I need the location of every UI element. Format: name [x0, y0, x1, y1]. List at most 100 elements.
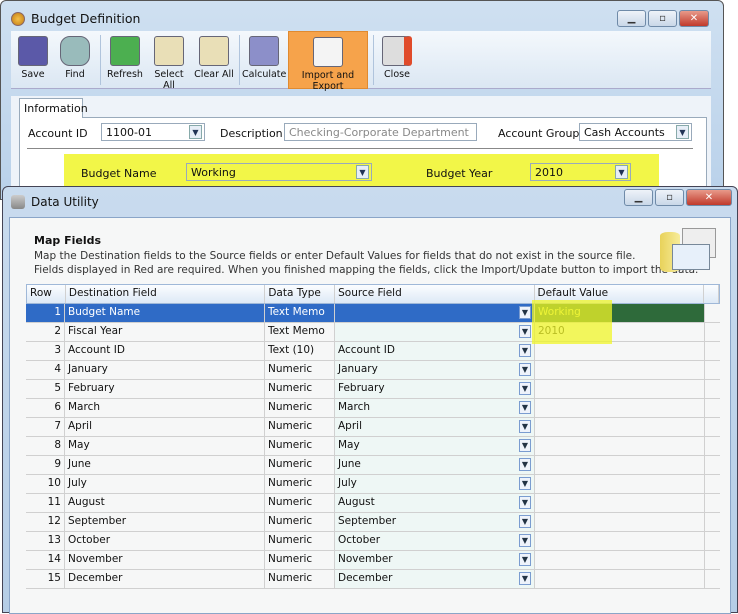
tab-information[interactable]: Information — [19, 98, 88, 118]
clear-all-button[interactable]: Clear All — [193, 31, 235, 89]
default-value-cell[interactable] — [535, 361, 705, 379]
data-utility-window: Data Utility ▁ ▫ ✕ Map Fields Map the De… — [2, 186, 738, 614]
budget-year-combo[interactable]: 2010 ▼ — [530, 163, 631, 181]
minimize-button[interactable]: ▁ — [624, 189, 653, 206]
save-button[interactable]: Save — [13, 31, 53, 89]
chevron-down-icon[interactable]: ▼ — [519, 344, 531, 357]
chevron-down-icon[interactable]: ▼ — [519, 382, 531, 395]
default-value-cell[interactable] — [535, 456, 705, 474]
table-row[interactable]: 5 February Numeric February ▼ — [26, 380, 720, 399]
chevron-down-icon[interactable]: ▼ — [519, 363, 531, 376]
column-header[interactable]: Row — [27, 285, 66, 303]
column-header[interactable]: Destination Field — [66, 285, 266, 303]
table-row[interactable]: 4 January Numeric January ▼ — [26, 361, 720, 380]
chevron-down-icon[interactable]: ▼ — [615, 165, 628, 179]
minimize-button[interactable]: ▁ — [617, 10, 646, 27]
default-value-cell[interactable] — [535, 513, 705, 531]
account-group-combo[interactable]: Cash Accounts ▼ — [579, 123, 692, 141]
row-number-cell: 5 — [26, 380, 65, 398]
chevron-down-icon[interactable]: ▼ — [519, 401, 531, 414]
table-row[interactable]: 8 May Numeric May ▼ — [26, 437, 720, 456]
table-row[interactable]: 13 October Numeric October ▼ — [26, 532, 720, 551]
chevron-down-icon[interactable]: ▼ — [189, 125, 202, 139]
default-value-cell[interactable] — [535, 532, 705, 550]
chevron-down-icon[interactable]: ▼ — [676, 125, 689, 139]
default-value-cell[interactable] — [535, 475, 705, 493]
source-field-cell[interactable]: August ▼ — [335, 494, 535, 512]
source-field-cell[interactable]: April ▼ — [335, 418, 535, 436]
default-value-cell[interactable] — [535, 570, 705, 588]
default-value-cell[interactable] — [535, 380, 705, 398]
account-id-combo[interactable]: 1100-01 ▼ — [101, 123, 205, 141]
default-value-cell[interactable] — [535, 342, 705, 360]
label: Import and Export — [301, 70, 355, 92]
description-field[interactable]: Checking-Corporate Department — [284, 123, 477, 141]
table-row[interactable]: 1Budget NameText Memo▼Working — [26, 304, 720, 323]
close-button[interactable]: ✕ — [679, 10, 709, 27]
maximize-button[interactable]: ▫ — [655, 189, 684, 206]
chevron-down-icon[interactable]: ▼ — [519, 306, 531, 319]
table-row[interactable]: 11 August Numeric August ▼ — [26, 494, 720, 513]
calculator-icon — [249, 36, 279, 66]
source-field-cell[interactable]: January ▼ — [335, 361, 535, 379]
row-number-cell: 12 — [26, 513, 65, 531]
chevron-down-icon[interactable]: ▼ — [519, 439, 531, 452]
destination-field: November — [68, 553, 123, 565]
default-value-cell[interactable] — [535, 399, 705, 417]
table-row[interactable]: 10 July Numeric July ▼ — [26, 475, 720, 494]
chevron-down-icon[interactable]: ▼ — [519, 420, 531, 433]
close-toolbar-button[interactable]: Close — [377, 31, 417, 89]
table-row[interactable]: 15 December Numeric December ▼ — [26, 570, 720, 589]
chevron-down-icon[interactable]: ▼ — [519, 325, 531, 338]
select-all-button[interactable]: Select All — [147, 31, 191, 91]
table-row[interactable]: 3 Account ID Text (10) Account ID ▼ — [26, 342, 720, 361]
chevron-down-icon[interactable]: ▼ — [519, 477, 531, 490]
table-row[interactable]: 9 June Numeric June ▼ — [26, 456, 720, 475]
chevron-down-icon[interactable]: ▼ — [519, 534, 531, 547]
table-row[interactable]: 6 March Numeric March ▼ — [26, 399, 720, 418]
import-export-button[interactable]: Import and Export — [288, 31, 368, 92]
row-number: 12 — [47, 515, 61, 527]
destination-field-cell: July — [65, 475, 265, 493]
source-field-cell[interactable]: June ▼ — [335, 456, 535, 474]
chevron-down-icon[interactable]: ▼ — [356, 165, 369, 179]
source-field-cell[interactable]: Account ID ▼ — [335, 342, 535, 360]
source-field-cell[interactable]: May ▼ — [335, 437, 535, 455]
source-field-cell[interactable]: July ▼ — [335, 475, 535, 493]
calculate-button[interactable]: Calculate — [242, 31, 286, 89]
chevron-down-icon[interactable]: ▼ — [519, 515, 531, 528]
source-field-cell[interactable]: ▼ — [335, 304, 535, 322]
source-field-cell[interactable]: September ▼ — [335, 513, 535, 531]
refresh-button[interactable]: Refresh — [104, 31, 146, 89]
table-row[interactable]: 7 April Numeric April ▼ — [26, 418, 720, 437]
maximize-button[interactable]: ▫ — [648, 10, 677, 27]
table-row[interactable]: 14 November Numeric November ▼ — [26, 551, 720, 570]
value: 2010 — [535, 166, 563, 179]
source-field-cell[interactable]: December ▼ — [335, 570, 535, 588]
source-field-cell[interactable]: October ▼ — [335, 532, 535, 550]
source-field-cell[interactable]: February ▼ — [335, 380, 535, 398]
table-row[interactable]: 2Fiscal YearText Memo▼2010 — [26, 323, 720, 342]
default-value-cell[interactable] — [535, 437, 705, 455]
budget-name-combo[interactable]: Working ▼ — [186, 163, 372, 181]
column-header[interactable]: Data Type — [265, 285, 336, 303]
window-title: Data Utility — [11, 195, 99, 209]
close-button[interactable]: ✕ — [686, 189, 732, 206]
chevron-down-icon[interactable]: ▼ — [519, 496, 531, 509]
account-group-label: Account Group — [498, 127, 580, 140]
default-value-cell[interactable] — [535, 551, 705, 569]
column-header[interactable]: Source Field — [335, 285, 535, 303]
source-field-cell[interactable]: ▼ — [335, 323, 535, 341]
default-value-cell[interactable] — [535, 418, 705, 436]
source-field-cell[interactable]: November ▼ — [335, 551, 535, 569]
chevron-down-icon[interactable]: ▼ — [519, 553, 531, 566]
table-row[interactable]: 12 September Numeric September ▼ — [26, 513, 720, 532]
find-button[interactable]: Find — [55, 31, 95, 89]
source-field-cell[interactable]: March ▼ — [335, 399, 535, 417]
chevron-down-icon[interactable]: ▼ — [519, 458, 531, 471]
label: Clear All — [194, 69, 234, 80]
chevron-down-icon[interactable]: ▼ — [519, 572, 531, 585]
budget-year-label: Budget Year — [426, 167, 493, 180]
data-type: Numeric — [268, 515, 313, 527]
default-value-cell[interactable] — [535, 494, 705, 512]
